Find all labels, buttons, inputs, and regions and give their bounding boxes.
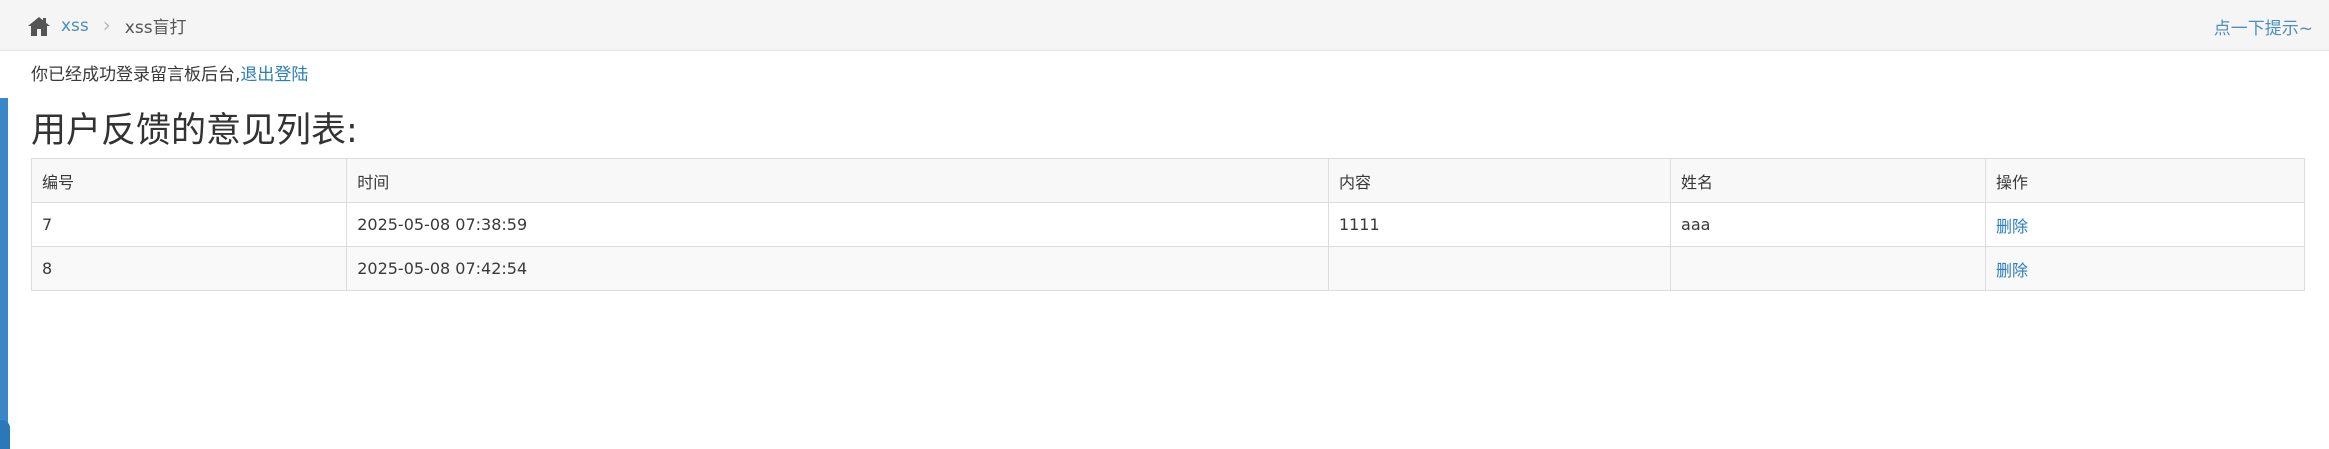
table-row: 8 2025-05-08 07:42:54 删除 [30, 246, 2306, 291]
main-content: 你已经成功登录留言板后台,退出登陆 用户反馈的意见列表: 编号 时间 内容 姓名… [30, 62, 2306, 291]
cell-time: 2025-05-08 07:38:59 [346, 202, 1329, 247]
cell-content: 1111 [1327, 202, 1672, 247]
login-message-text: 你已经成功登录留言板后台, [31, 65, 241, 85]
breadcrumb-home-link[interactable]: xss [61, 16, 89, 36]
table-row: 7 2025-05-08 07:38:59 1111 aaa 删除 [30, 202, 2306, 247]
cell-name [1670, 246, 1986, 291]
feedback-table: 编号 时间 内容 姓名 操作 7 2025-05-08 07:38:59 111… [30, 158, 2306, 291]
delete-link[interactable]: 删除 [1996, 217, 2028, 236]
page: xss › xss盲打 点一下提示~ 你已经成功登录留言板后台,退出登陆 用户反… [0, 0, 2329, 449]
header-name: 姓名 [1670, 158, 1986, 203]
page-title: 用户反馈的意见列表: [31, 111, 358, 151]
cell-action: 删除 [1984, 202, 2306, 247]
login-message: 你已经成功登录留言板后台,退出登陆 [31, 62, 2305, 88]
cell-name: aaa [1670, 202, 1986, 247]
delete-link[interactable]: 删除 [1996, 261, 2028, 280]
cell-id: 7 [30, 202, 348, 247]
sidebar-collapse-tab[interactable] [0, 420, 10, 449]
cell-content [1327, 246, 1672, 291]
breadcrumb: xss › xss盲打 [27, 0, 187, 51]
table-header-row: 编号 时间 内容 姓名 操作 [30, 158, 2306, 203]
header-content: 内容 [1327, 158, 1672, 203]
home-icon [27, 15, 51, 37]
cell-time: 2025-05-08 07:42:54 [346, 246, 1329, 291]
breadcrumb-current: xss盲打 [124, 18, 187, 38]
logout-link[interactable]: 退出登陆 [240, 65, 308, 85]
sidebar-edge [0, 98, 8, 449]
header-id: 编号 [30, 158, 348, 203]
cell-id: 8 [30, 246, 348, 291]
header-time: 时间 [346, 158, 1329, 203]
chevron-right-icon: › [102, 12, 111, 37]
breadcrumb-bar: xss › xss盲打 点一下提示~ [0, 0, 2329, 51]
header-action: 操作 [1984, 158, 2306, 203]
hint-link[interactable]: 点一下提示~ [2214, 14, 2313, 39]
cell-action: 删除 [1984, 246, 2306, 291]
